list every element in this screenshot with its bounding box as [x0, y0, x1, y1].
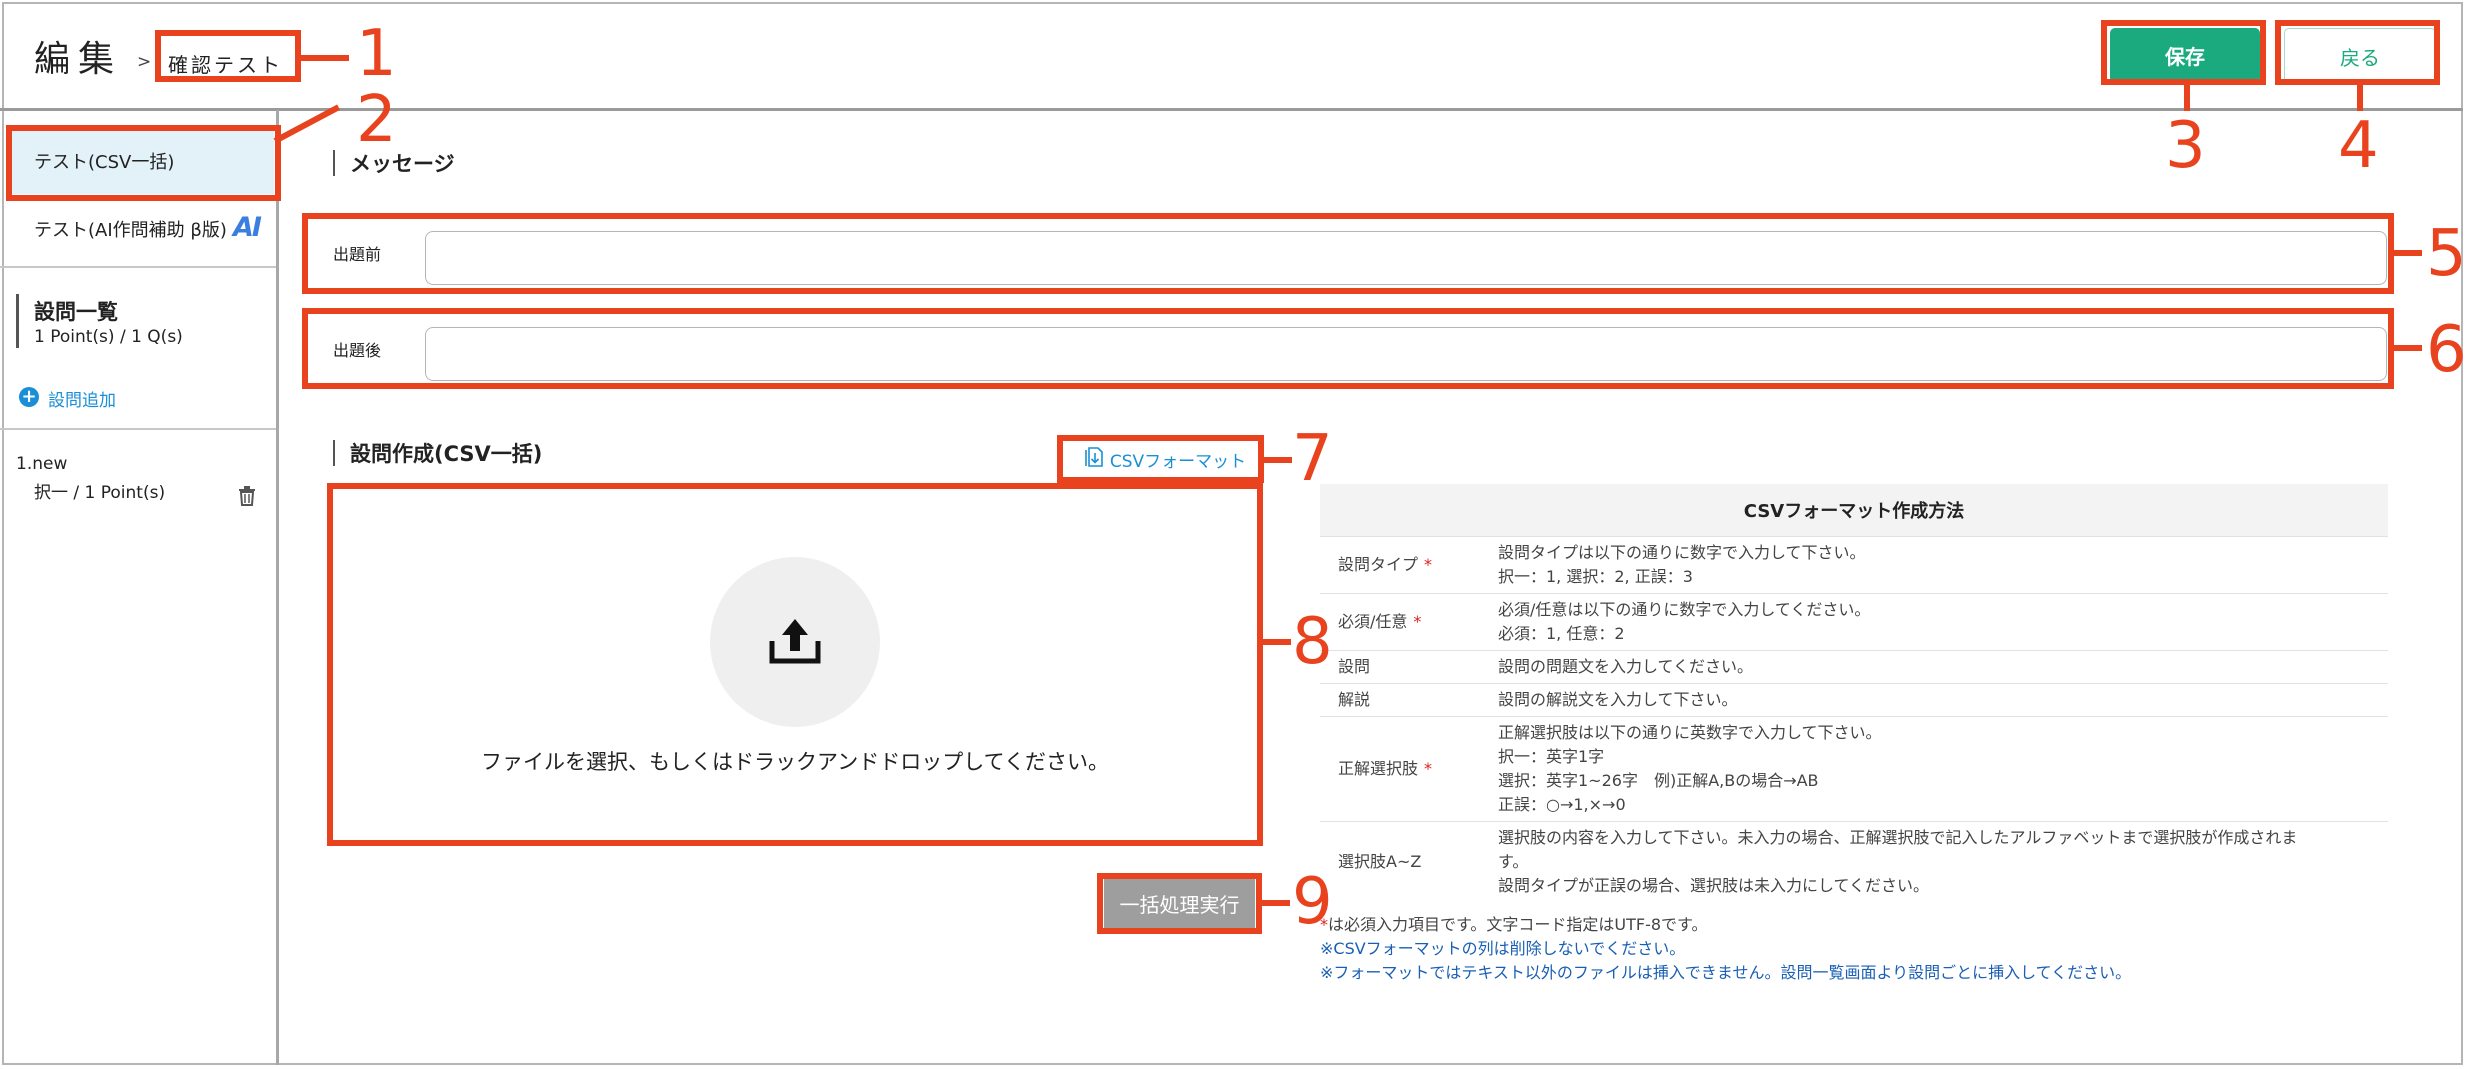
format-description-line: 択一：英字1字: [1498, 747, 1605, 766]
format-table-row: 設問 設問の問題文を入力してください。: [1320, 650, 2388, 684]
section-marker: [333, 150, 335, 176]
sidebar-divider-line: [0, 428, 276, 430]
annotation-number-2: 2: [356, 83, 397, 157]
format-description-line: 設問の解説文を入力して下さい。: [1498, 690, 1738, 709]
annotation-leader-4: [2357, 85, 2363, 111]
ai-logo-icon: AI: [233, 212, 262, 243]
annotation-number-8: 8: [1292, 605, 1333, 679]
annotation-box-7: [1057, 435, 1264, 483]
format-description-line: 正解選択肢は以下の通りに英数字で入力して下さい。: [1498, 723, 1882, 742]
question-item-name[interactable]: 1.new: [16, 454, 67, 474]
annotation-number-3: 3: [2165, 109, 2206, 183]
format-description-line: 択一：1, 選択：2, 正誤：3: [1498, 567, 1693, 586]
annotation-leader-3: [2184, 85, 2190, 111]
annotation-leader-6: [2394, 345, 2422, 351]
format-table-row: 必須/任意 * 必須/任意は以下の通りに数字で入力してください。 必須：1, 任意：2: [1320, 593, 2388, 651]
annotation-leader-5: [2394, 250, 2422, 256]
format-description: 選択肢の内容を入力して下さい。未入力の場合、正解選択肢で記入したアルファベットま…: [1498, 821, 2388, 902]
annotation-box-9: [1097, 873, 1262, 934]
annotation-box-5: [302, 213, 2394, 294]
annotation-box-2: [6, 125, 281, 201]
format-description-line: 選択肢の内容を入力して下さい。未入力の場合、正解選択肢で記入したアルファベットま…: [1498, 828, 2298, 847]
format-key: 解説: [1320, 683, 1498, 717]
format-description-line: 設問タイプが正誤の場合、選択肢は未入力にしてください。: [1498, 876, 1930, 895]
format-description: 設問の解説文を入力して下さい。: [1498, 683, 2388, 717]
sidebar-item-ai-test[interactable]: テスト(AI作問補助 β版): [34, 216, 227, 242]
format-key: 正解選択肢 *: [1320, 716, 1498, 822]
required-note: *は必須入力項目です。文字コード指定はUTF-8です。: [1320, 915, 1708, 934]
question-list-marker: [16, 294, 19, 348]
note-files: ※フォーマットではテキスト以外のファイルは挿入できません。設問一覧画面より設問ご…: [1320, 963, 2132, 982]
format-description: 正解選択肢は以下の通りに英数字で入力して下さい。 択一：英字1字選択：英字1~26…: [1498, 716, 2388, 822]
annotation-box-3: [2101, 20, 2266, 85]
format-description-line: 選択：英字1~26字 例)正解A,Bの場合→AB: [1498, 771, 1819, 790]
format-description-line: 正誤：○→1,×→0: [1498, 795, 1626, 814]
question-list-title: 設問一覧: [34, 300, 118, 324]
annotation-box-8: [327, 483, 1263, 846]
required-mark: *: [1424, 759, 1433, 778]
format-description-line: 設問タイプは以下の通りに数字で入力して下さい。: [1498, 543, 1866, 562]
annotation-leader-8: [1263, 639, 1291, 645]
format-table-row: 設問タイプ * 設問タイプは以下の通りに数字で入力して下さい。 択一：1, 選択：2,…: [1320, 536, 2388, 594]
format-key: 選択肢A~Z: [1320, 821, 1498, 902]
question-list-summary: 1 Point(s) / 1 Q(s): [34, 327, 183, 347]
required-mark: *: [1424, 555, 1433, 574]
csv-format-table: CSVフォーマット作成方法 設問タイプ * 設問タイプは以下の通りに数字で入力して下…: [1320, 484, 2388, 902]
page-title: 編集: [34, 39, 123, 80]
format-description: 設問の問題文を入力してください。: [1498, 650, 2388, 684]
breadcrumb-separator: >: [137, 52, 152, 72]
annotation-box-1: [155, 30, 301, 82]
format-table-row: 選択肢A~Z 選択肢の内容を入力して下さい。未入力の場合、正解選択肢で記入したアル…: [1320, 821, 2388, 902]
annotation-box-4: [2275, 20, 2440, 85]
section-marker: [333, 440, 335, 466]
format-key: 設問: [1320, 650, 1498, 684]
question-item-meta: 択一 / 1 Point(s): [34, 483, 166, 503]
format-description: 設問タイプは以下の通りに数字で入力して下さい。 択一：1, 選択：2, 正誤：3: [1498, 536, 2388, 594]
annotation-leader-7: [1264, 457, 1292, 463]
annotation-box-6: [302, 308, 2394, 389]
format-table-title: CSVフォーマット作成方法: [1320, 484, 2388, 537]
annotation-leader-1: [301, 55, 349, 61]
required-mark: *: [1413, 612, 1422, 631]
format-description: 必須/任意は以下の通りに数字で入力してください。 必須：1, 任意：2: [1498, 593, 2388, 651]
annotation-number-1: 1: [356, 17, 397, 91]
annotation-leader-9: [1262, 900, 1290, 906]
trash-icon[interactable]: [238, 486, 256, 510]
add-question-link[interactable]: 設問追加: [48, 386, 116, 411]
note-columns: ※CSVフォーマットの列は削除しないでください。: [1320, 939, 1686, 958]
annotation-number-5: 5: [2426, 217, 2467, 291]
annotation-number-4: 4: [2338, 109, 2379, 183]
format-description-line: 必須：1, 任意：2: [1498, 624, 1625, 643]
annotation-number-9: 9: [1292, 865, 1333, 939]
annotation-number-7: 7: [1292, 422, 1333, 496]
format-description-line: す。: [1498, 852, 1529, 871]
sidebar-divider-line: [0, 266, 276, 268]
csv-section-title: 設問作成(CSV一括): [350, 442, 543, 466]
format-table-row: 解説 設問の解説文を入力して下さい。: [1320, 683, 2388, 717]
format-key: 設問タイプ *: [1320, 536, 1498, 594]
sidebar-divider: [276, 110, 279, 1065]
format-description-line: 必須/任意は以下の通りに数字で入力してください。: [1498, 600, 1871, 619]
annotation-number-6: 6: [2426, 313, 2467, 387]
format-description-line: 設問の問題文を入力してください。: [1498, 657, 1754, 676]
plus-icon[interactable]: +: [19, 387, 39, 407]
format-table-row: 正解選択肢 * 正解選択肢は以下の通りに英数字で入力して下さい。 択一：英字1字選択：…: [1320, 716, 2388, 822]
format-key: 必須/任意 *: [1320, 593, 1498, 651]
